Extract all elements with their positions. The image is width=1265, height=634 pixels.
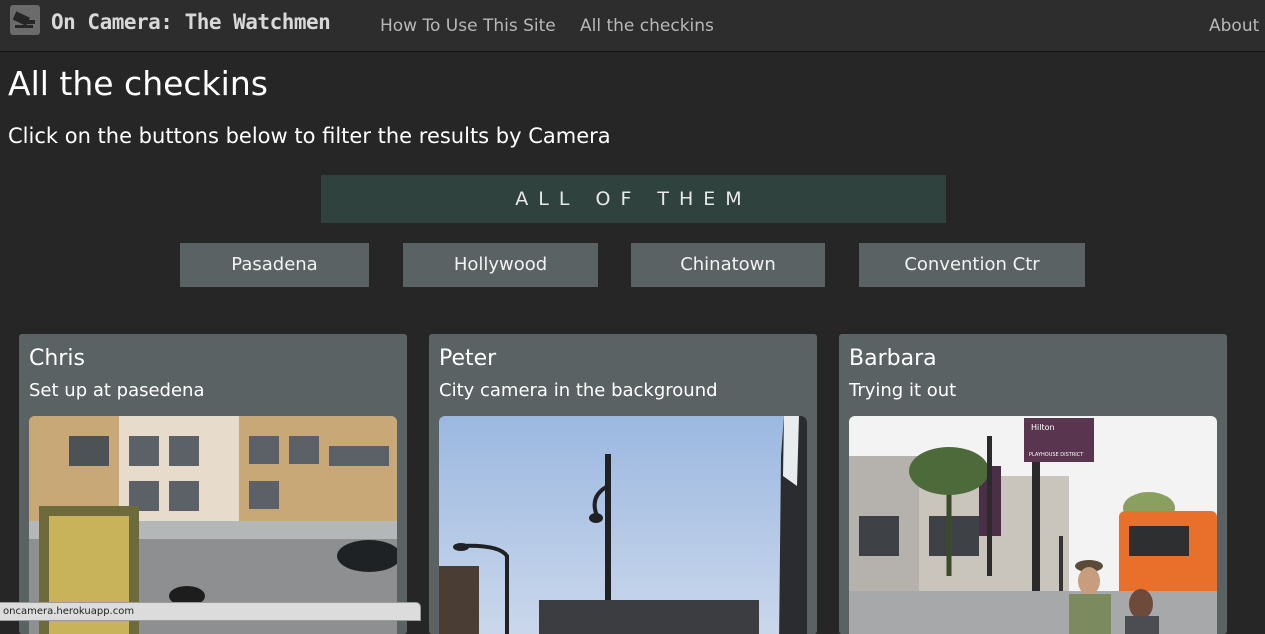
checkin-name: Barbara (849, 346, 937, 371)
checkin-card[interactable]: Peter City camera in the background (429, 334, 817, 634)
photo-sign-hilton: Hilton (1031, 423, 1055, 432)
checkin-photo[interactable]: Hilton PLAYHOUSE DISTRICT (849, 416, 1217, 634)
camera-icon[interactable] (10, 5, 40, 35)
checkin-name: Chris (29, 346, 85, 371)
filter-convention-ctr-button[interactable]: Convention Ctr (859, 243, 1085, 287)
photo-sign-playhouse: PLAYHOUSE DISTRICT (1029, 452, 1084, 458)
filter-chinatown-button[interactable]: Chinatown (631, 243, 825, 287)
page-subtitle: Click on the buttons below to filter the… (8, 124, 611, 148)
page-title: All the checkins (8, 64, 268, 103)
filter-hollywood-button[interactable]: Hollywood (403, 243, 598, 287)
checkin-name: Peter (439, 346, 497, 371)
nav-all-checkins[interactable]: All the checkins (580, 16, 714, 36)
navbar: On Camera: The Watchmen How To Use This … (0, 0, 1265, 52)
checkin-text: Set up at pasedena (29, 380, 205, 401)
nav-about[interactable]: About (1209, 16, 1259, 36)
checkin-card[interactable]: Barbara Trying it out Hilton PLAYHOUSE D… (839, 334, 1227, 634)
all-cameras-button[interactable]: ALL OF THEM (321, 175, 946, 223)
checkin-text: Trying it out (849, 380, 957, 401)
checkin-photo[interactable] (439, 416, 807, 634)
nav-how-to-use[interactable]: How To Use This Site (380, 16, 556, 36)
brand-title[interactable]: On Camera: The Watchmen (51, 10, 331, 34)
checkin-text: City camera in the background (439, 380, 718, 401)
browser-status-bar: oncamera.herokuapp.com (0, 602, 421, 621)
filter-pasadena-button[interactable]: Pasadena (180, 243, 369, 287)
checkin-card[interactable]: Chris Set up at pasedena (19, 334, 407, 634)
